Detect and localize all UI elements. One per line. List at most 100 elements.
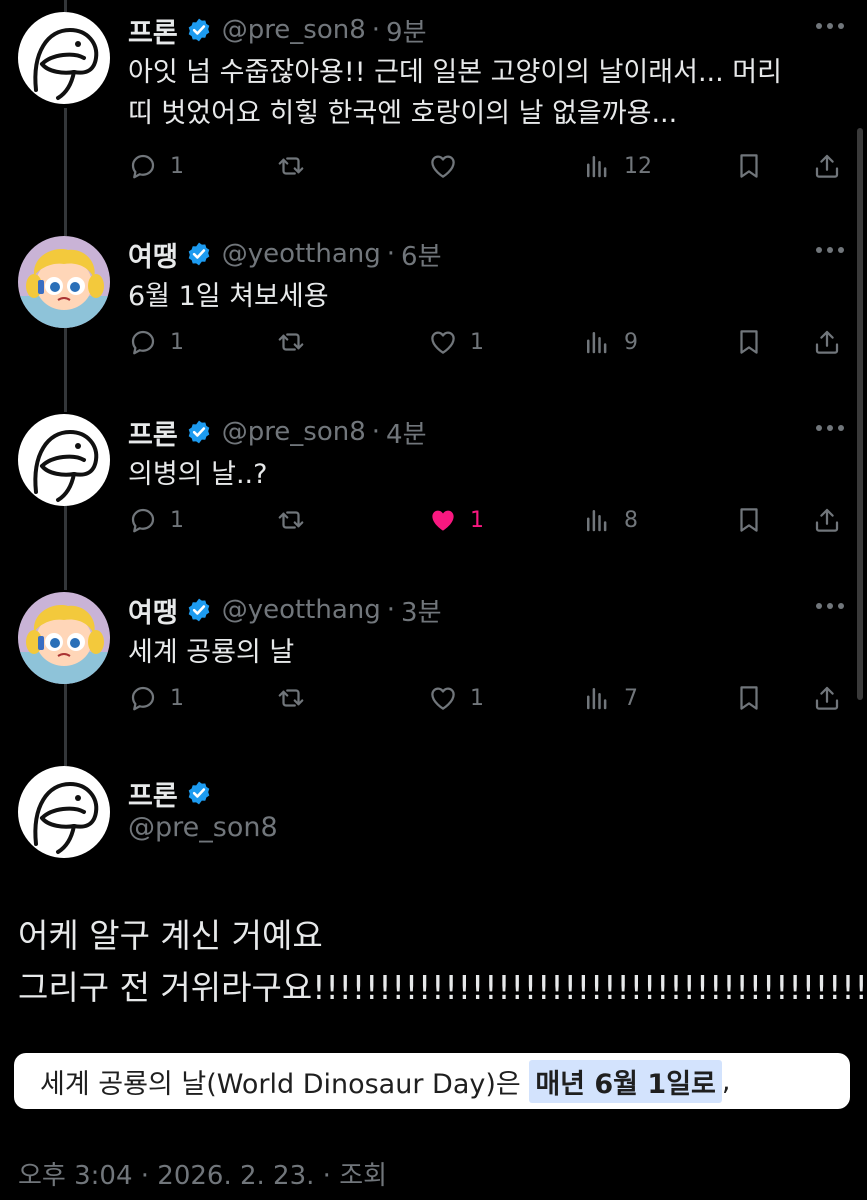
snippet-suffix: , xyxy=(721,1065,731,1097)
tweet-header: 프론 @pre_son8 · 9분 xyxy=(128,10,427,50)
tweet-text-line: 어케 알구 계신 거예요 xyxy=(18,916,323,955)
cartoon-girl-avatar[interactable] xyxy=(18,236,110,328)
bookmark-button[interactable] xyxy=(734,678,764,718)
separator-dot: · xyxy=(371,417,381,447)
reply-count: 1 xyxy=(170,507,184,533)
author-name[interactable]: 프론 xyxy=(128,774,178,813)
reply-button[interactable]: 1 xyxy=(128,678,184,718)
thread-line xyxy=(64,504,67,590)
more-options-icon[interactable] xyxy=(815,246,845,254)
bookmark-icon xyxy=(734,683,764,713)
retweet-icon xyxy=(276,327,306,357)
reply-icon xyxy=(128,151,158,181)
retweet-button[interactable] xyxy=(276,500,318,540)
author-handle[interactable]: @yeotthang xyxy=(222,595,381,625)
author-handle[interactable]: @pre_son8 xyxy=(222,15,366,45)
separator-dot: · xyxy=(371,15,381,45)
action-bar: 1 12 xyxy=(128,146,847,186)
share-icon xyxy=(812,683,842,713)
share-button[interactable] xyxy=(812,322,842,362)
like-button[interactable]: 1 xyxy=(428,322,484,362)
ghost-drawing-avatar[interactable] xyxy=(18,414,110,506)
bar-chart-icon xyxy=(582,151,612,181)
like-count: 1 xyxy=(470,685,484,711)
tweet-text: 6월 1일 쳐보세용 xyxy=(128,276,827,317)
tweet-time[interactable]: 9분 xyxy=(386,12,426,49)
tweet-text-line: 아잇 넘 수줍잖아용!! 근데 일본 고양이의 날이래서... 머리 xyxy=(128,57,782,88)
reply-button[interactable]: 1 xyxy=(128,500,184,540)
ghost-drawing-avatar[interactable] xyxy=(18,766,110,858)
reply-icon xyxy=(128,683,158,713)
like-button[interactable]: 1 xyxy=(428,678,484,718)
bar-chart-icon xyxy=(582,683,612,713)
tweet-time[interactable]: 6분 xyxy=(401,236,441,273)
author-name[interactable]: 여땡 xyxy=(128,235,178,274)
cartoon-girl-avatar[interactable] xyxy=(18,592,110,684)
views-button[interactable]: 9 xyxy=(582,322,638,362)
search-snippet-image[interactable]: 세계 공룡의 날(World Dinosaur Day)은 매년 6월 1일로 … xyxy=(14,1053,850,1109)
retweet-button[interactable] xyxy=(276,678,318,718)
heart-icon xyxy=(428,327,458,357)
author-handle[interactable]: @pre_son8 xyxy=(128,812,278,843)
verified-badge-icon xyxy=(188,242,209,266)
retweet-icon xyxy=(276,683,306,713)
reply-button[interactable]: 1 xyxy=(128,322,184,362)
bar-chart-icon xyxy=(582,505,612,535)
view-count: 12 xyxy=(624,153,652,179)
views-button[interactable]: 8 xyxy=(582,500,638,540)
verified-badge-icon xyxy=(188,420,209,444)
author-name[interactable]: 여땡 xyxy=(128,591,178,630)
views-button[interactable]: 12 xyxy=(582,146,652,186)
view-count: 8 xyxy=(624,507,638,533)
reply-button[interactable]: 1 xyxy=(128,146,184,186)
share-icon xyxy=(812,151,842,181)
reply-count: 1 xyxy=(170,329,184,355)
ghost-drawing-avatar[interactable] xyxy=(18,12,110,104)
share-button[interactable] xyxy=(812,500,842,540)
separator-dot: · xyxy=(386,239,396,269)
tweet-time[interactable]: 3분 xyxy=(401,592,441,629)
bar-chart-icon xyxy=(582,327,612,357)
tweet-text-line: 6월 1일 쳐보세용 xyxy=(128,281,329,312)
bookmark-icon xyxy=(734,151,764,181)
author-handle[interactable]: @yeotthang xyxy=(222,239,381,269)
more-options-icon[interactable] xyxy=(815,602,845,610)
view-count: 9 xyxy=(624,329,638,355)
retweet-button[interactable] xyxy=(276,322,318,362)
scrollbar[interactable] xyxy=(857,128,863,700)
author-name[interactable]: 프론 xyxy=(128,11,178,50)
tweet-text-line: 그리구 전 거위라구요!!!!!!!!!!!!!!!!!!!!!!!!!!!!!… xyxy=(18,968,867,1007)
author-handle[interactable]: @pre_son8 xyxy=(222,417,366,447)
retweet-icon xyxy=(276,151,306,181)
verified-badge-icon xyxy=(188,598,209,622)
bookmark-button[interactable] xyxy=(734,500,764,540)
like-button[interactable]: 1 xyxy=(428,500,484,540)
tweet-text: 세계 공룡의 날 xyxy=(128,632,827,673)
action-bar: 1 1 9 xyxy=(128,322,847,362)
more-options-icon[interactable] xyxy=(815,22,845,30)
thread-line xyxy=(64,0,67,12)
thread-line xyxy=(64,108,67,236)
share-button[interactable] xyxy=(812,146,842,186)
bookmark-icon xyxy=(734,505,764,535)
snippet-prefix: 세계 공룡의 날(World Dinosaur Day)은 xyxy=(40,1068,530,1100)
tweet-text-line: 띠 벗었어요 히힣 한국엔 호랑이의 날 없을까용... xyxy=(128,98,678,129)
tweet-text: 어케 알구 계신 거예요 그리구 전 거위라구요!!!!!!!!!!!!!!!!… xyxy=(18,910,867,1014)
reply-count: 1 xyxy=(170,153,184,179)
more-options-icon[interactable] xyxy=(815,424,845,432)
tweet-time[interactable]: 4분 xyxy=(386,414,426,451)
bookmark-button[interactable] xyxy=(734,146,764,186)
views-button[interactable]: 7 xyxy=(582,678,638,718)
tweet-timestamp[interactable]: 오후 3:04 · 2026. 2. 23. · 조회 xyxy=(18,1155,387,1192)
heart-icon xyxy=(428,151,458,181)
reply-icon xyxy=(128,505,158,535)
share-button[interactable] xyxy=(812,678,842,718)
tweet-header: 여땡 @yeotthang · 6분 xyxy=(128,234,442,274)
bookmark-icon xyxy=(734,327,764,357)
share-icon xyxy=(812,327,842,357)
author-name[interactable]: 프론 xyxy=(128,413,178,452)
tweet-header: 여땡 @yeotthang · 3분 xyxy=(128,590,442,630)
like-button[interactable] xyxy=(428,146,470,186)
retweet-button[interactable] xyxy=(276,146,318,186)
bookmark-button[interactable] xyxy=(734,322,764,362)
